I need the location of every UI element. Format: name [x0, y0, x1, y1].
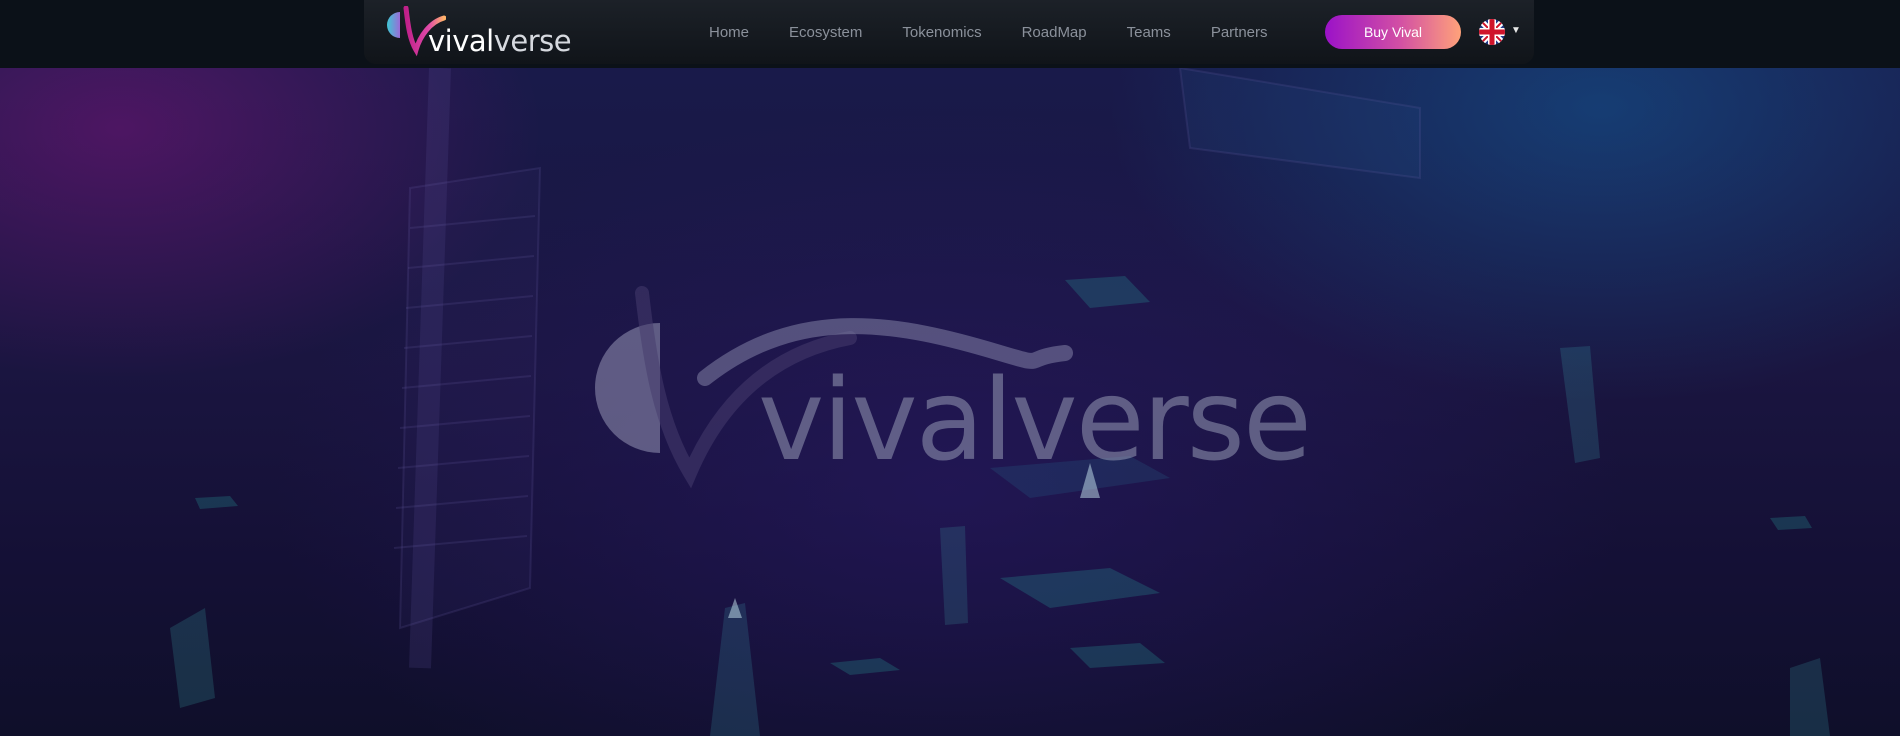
hero-section: vivalverse — [0, 68, 1900, 736]
nav-link-ecosystem[interactable]: Ecosystem — [789, 24, 862, 41]
buy-vival-button[interactable]: Buy Vival — [1325, 15, 1461, 49]
nav-link-roadmap[interactable]: RoadMap — [1022, 24, 1087, 41]
navigation-bar: vivalverse Home Ecosystem Tokenomics Roa… — [364, 0, 1534, 64]
nav-link-tokenomics[interactable]: Tokenomics — [902, 24, 981, 41]
hero-logo-wordmark: vivalverse — [758, 356, 1312, 486]
nav-link-partners[interactable]: Partners — [1211, 24, 1268, 41]
nav-link-teams[interactable]: Teams — [1127, 24, 1171, 41]
language-selector[interactable]: ▼ — [1478, 18, 1522, 46]
caret-down-icon: ▼ — [1511, 25, 1521, 36]
nav-link-home[interactable]: Home — [709, 24, 749, 41]
brand-wordmark: vivalverse — [428, 24, 572, 58]
brand-logo[interactable]: vivalverse — [386, 6, 572, 58]
uk-flag-icon — [1479, 19, 1505, 45]
hero-logo: vivalverse — [580, 283, 1340, 553]
nav-links: Home Ecosystem Tokenomics RoadMap Teams … — [709, 0, 1308, 64]
